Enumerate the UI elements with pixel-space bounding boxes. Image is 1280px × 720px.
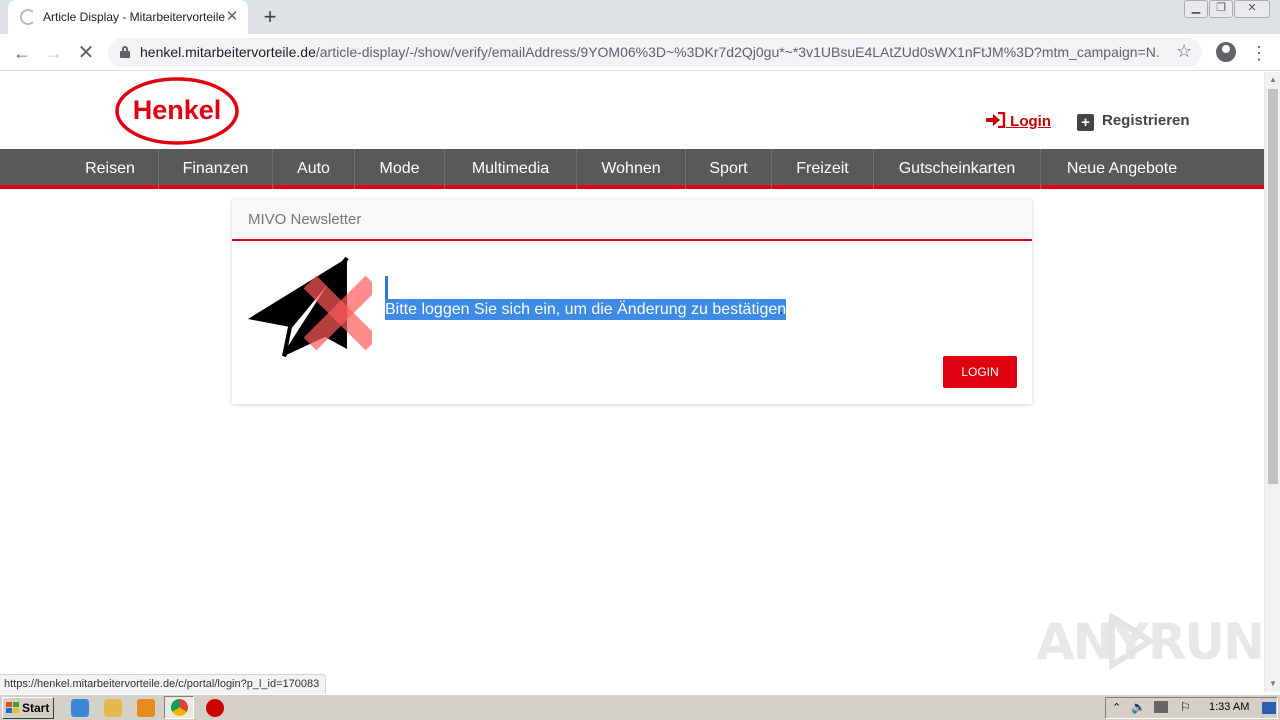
nav-item-reisen[interactable]: Reisen (62, 149, 158, 189)
login-icon (986, 112, 1006, 128)
watermark-text-right: RUN (1148, 613, 1264, 671)
scroll-down-arrow[interactable]: ▼ (1265, 676, 1280, 692)
nav-item-freizeit[interactable]: Freizeit (772, 149, 873, 189)
window-restore-button[interactable]: ❐ (1209, 0, 1233, 18)
windows-taskbar: Start ⌃ 🔈 ⚐ 1:33 AM (0, 694, 1280, 720)
stop-icon[interactable]: ✕ (74, 41, 98, 65)
menu-icon[interactable]: ⋮ (1250, 41, 1268, 65)
browser-tab[interactable]: Article Display - Mitarbeitervorteile ✕ (8, 0, 248, 34)
volume-icon[interactable]: 🔈 (1131, 700, 1146, 714)
url-path: /article-display/-/show/verify/emailAddr… (315, 44, 1160, 60)
url-host: henkel.mitarbeitervorteile.de (140, 44, 316, 60)
main-navigation: Reisen Finanzen Auto Mode Multimedia Woh… (0, 149, 1264, 189)
nav-item-wohnen[interactable]: Wohnen (577, 149, 685, 189)
show-desktop-icon[interactable] (1262, 702, 1276, 714)
nav-item-sport[interactable]: Sport (686, 149, 771, 189)
tray-expand-icon[interactable]: ⌃ (1112, 701, 1121, 714)
newsletter-panel: MIVO Newsletter Bitte loggen Sie sich ei… (232, 199, 1032, 404)
page-scrollbar[interactable]: ▲ ▼ (1264, 72, 1280, 692)
panel-title: MIVO Newsletter (248, 211, 362, 228)
login-link-label: Login (1010, 113, 1051, 130)
profile-icon[interactable] (1216, 42, 1236, 62)
login-button[interactable]: LOGIN (943, 356, 1017, 388)
confirmation-message: Bitte loggen Sie sich ein, um die Änderu… (385, 299, 787, 320)
lock-icon[interactable] (120, 46, 130, 58)
alert-app-icon[interactable] (206, 699, 224, 717)
text-cursor (385, 276, 388, 299)
anyrun-watermark: ANY RUN (1036, 607, 1264, 672)
flag-icon[interactable]: ⚐ (1180, 700, 1191, 714)
browser-toolbar: ← → ✕ henkel.mitarbeitervorteile.de/arti… (0, 34, 1280, 71)
panel-header: MIVO Newsletter (232, 199, 1032, 241)
play-icon (1109, 613, 1154, 669)
nav-item-multimedia[interactable]: Multimedia (445, 149, 576, 189)
windows-flag-icon (6, 702, 19, 713)
network-icon[interactable] (1154, 701, 1168, 713)
page-viewport: Henkel Login + Registrieren Reisen Finanz… (0, 72, 1264, 692)
clock[interactable]: 1:33 AM (1209, 701, 1249, 713)
taskbar-chrome-button[interactable] (164, 696, 194, 719)
henkel-logo[interactable]: Henkel (115, 77, 239, 145)
forward-icon[interactable]: → (42, 41, 66, 65)
scroll-up-arrow[interactable]: ▲ (1265, 72, 1280, 88)
tab-title: Article Display - Mitarbeitervorteile (43, 10, 226, 24)
browser-tab-strip: Article Display - Mitarbeitervorteile ✕ … (0, 0, 1280, 34)
back-icon[interactable]: ← (10, 41, 34, 65)
logo-text: Henkel (133, 95, 222, 125)
spinner-icon (20, 9, 36, 25)
nav-item-neue-angebote[interactable]: Neue Angebote (1041, 149, 1203, 189)
plus-icon: + (1077, 114, 1094, 131)
new-tab-button[interactable]: + (256, 3, 284, 31)
internet-explorer-icon[interactable] (71, 699, 89, 717)
start-button[interactable]: Start (2, 697, 54, 719)
register-link-label: Registrieren (1102, 112, 1190, 129)
file-explorer-icon[interactable] (104, 699, 122, 717)
system-tray: ⌃ 🔈 ⚐ 1:33 AM (1105, 697, 1278, 719)
register-link[interactable]: + Registrieren (1077, 112, 1190, 132)
nav-item-mode[interactable]: Mode (355, 149, 444, 189)
site-header: Henkel Login + Registrieren (0, 72, 1264, 149)
chrome-icon (171, 699, 188, 716)
close-icon[interactable]: ✕ (222, 7, 242, 27)
window-close-button[interactable]: ✕ (1234, 0, 1270, 18)
scroll-thumb[interactable] (1268, 89, 1278, 484)
address-bar[interactable]: henkel.mitarbeitervorteile.de/article-di… (108, 38, 1202, 67)
nav-item-auto[interactable]: Auto (273, 149, 354, 189)
nav-item-gutscheinkarten[interactable]: Gutscheinkarten (874, 149, 1040, 189)
paper-plane-icon (248, 256, 372, 358)
login-link[interactable]: Login (986, 112, 1051, 132)
url-text[interactable]: henkel.mitarbeitervorteile.de/article-di… (140, 44, 1160, 60)
confirmation-message-period: . (779, 301, 784, 318)
start-label: Start (22, 701, 50, 715)
window-minimize-button[interactable]: ▁ (1184, 0, 1208, 18)
status-url-bubble: https://henkel.mitarbeitervorteile.de/c/… (0, 674, 327, 694)
star-icon[interactable]: ☆ (1176, 41, 1192, 62)
media-player-icon[interactable] (137, 699, 155, 717)
nav-item-finanzen[interactable]: Finanzen (159, 149, 272, 189)
